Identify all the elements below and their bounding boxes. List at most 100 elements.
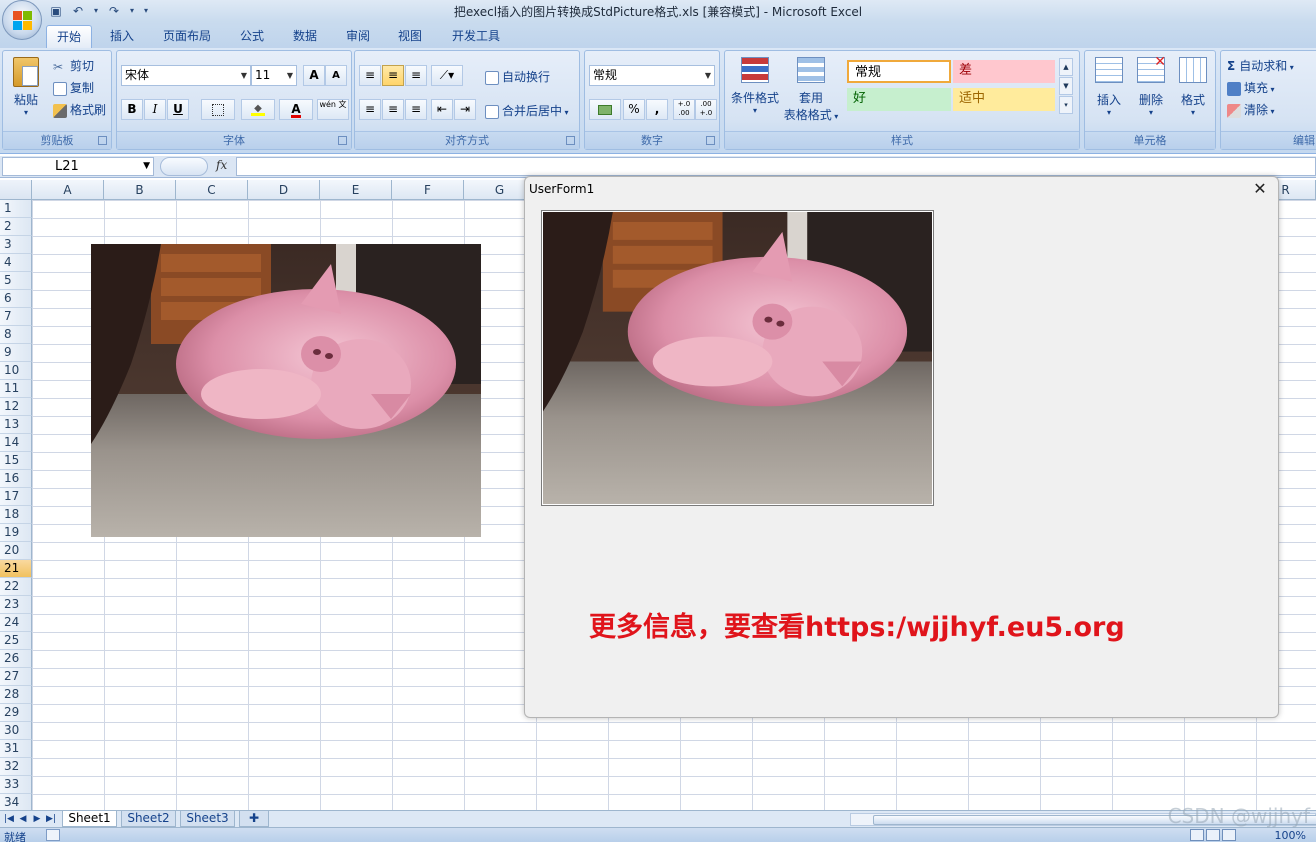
last-sheet-icon[interactable]: ▶|	[45, 812, 57, 826]
tab-formulas[interactable]: 公式	[232, 25, 272, 48]
sheet-tab-sheet2[interactable]: Sheet2	[121, 811, 176, 827]
percent-button[interactable]: %	[623, 99, 645, 120]
comma-button[interactable]: ,	[646, 99, 668, 120]
row-header-10[interactable]: 10	[0, 362, 32, 380]
styles-scroll-down-icon[interactable]: ▼	[1059, 77, 1073, 95]
row-header-32[interactable]: 32	[0, 758, 32, 776]
shrink-font-button[interactable]: A	[325, 65, 347, 86]
zoom-level[interactable]: 100%	[1275, 829, 1306, 842]
number-launcher-icon[interactable]	[706, 136, 715, 145]
font-size-select[interactable]: 11 ▼	[251, 65, 297, 86]
row-header-15[interactable]: 15	[0, 452, 32, 470]
increase-decimal-button[interactable]: +.0 .00	[673, 99, 695, 120]
paste-button[interactable]: 粘贴 ▾	[9, 55, 43, 125]
column-header-f[interactable]: F	[392, 180, 464, 200]
page-break-view-icon[interactable]	[1222, 829, 1236, 841]
conditional-format-button[interactable]: 条件格式 ▾	[729, 57, 781, 115]
row-header-13[interactable]: 13	[0, 416, 32, 434]
sheet-tab-sheet3[interactable]: Sheet3	[180, 811, 235, 827]
tab-review[interactable]: 审阅	[338, 25, 378, 48]
bold-button[interactable]: B	[121, 99, 143, 120]
column-header-a[interactable]: A	[32, 180, 104, 200]
italic-button[interactable]: I	[144, 99, 166, 120]
row-header-29[interactable]: 29	[0, 704, 32, 722]
copy-button[interactable]: 复制	[53, 79, 94, 96]
row-header-28[interactable]: 28	[0, 686, 32, 704]
grow-font-button[interactable]: A	[303, 65, 325, 86]
column-header-b[interactable]: B	[104, 180, 176, 200]
tab-view[interactable]: 视图	[390, 25, 430, 48]
cell-style-neutral[interactable]: 适中	[953, 88, 1055, 111]
userform-dialog[interactable]: UserForm1 ✕ 更多信息，要查看https:/wjjhyf.eu5.or…	[524, 176, 1279, 718]
row-header-12[interactable]: 12	[0, 398, 32, 416]
select-all-corner[interactable]	[0, 180, 32, 200]
decrease-decimal-button[interactable]: .00 +.0	[695, 99, 717, 120]
row-header-31[interactable]: 31	[0, 740, 32, 758]
row-header-34[interactable]: 34	[0, 794, 32, 810]
insert-cells-button[interactable]: 插入 ▾	[1089, 57, 1129, 117]
styles-more-icon[interactable]: ▾	[1059, 96, 1073, 114]
cut-button[interactable]: ✂ 剪切	[53, 57, 94, 74]
tab-developer[interactable]: 开发工具	[444, 25, 508, 48]
align-right-button[interactable]: ≡	[405, 99, 427, 120]
row-header-19[interactable]: 19	[0, 524, 32, 542]
row-header-22[interactable]: 22	[0, 578, 32, 596]
row-header-4[interactable]: 4	[0, 254, 32, 272]
row-header-3[interactable]: 3	[0, 236, 32, 254]
row-header-24[interactable]: 24	[0, 614, 32, 632]
cell-style-good[interactable]: 好	[847, 88, 951, 111]
format-as-table-button[interactable]: 套用 表格格式 ▾	[783, 57, 839, 123]
column-header-d[interactable]: D	[248, 180, 320, 200]
row-header-11[interactable]: 11	[0, 380, 32, 398]
clear-button[interactable]: 清除 ▾	[1227, 101, 1275, 118]
orientation-button[interactable]: ⟋▾	[431, 65, 463, 86]
row-header-25[interactable]: 25	[0, 632, 32, 650]
fill-button[interactable]: 填充 ▾	[1227, 79, 1275, 96]
row-header-6[interactable]: 6	[0, 290, 32, 308]
next-sheet-icon[interactable]: ▶	[31, 812, 43, 826]
row-header-33[interactable]: 33	[0, 776, 32, 794]
currency-button[interactable]	[589, 99, 621, 120]
align-center-button[interactable]: ≡	[382, 99, 404, 120]
insert-function-button[interactable]: fx	[216, 158, 227, 172]
page-layout-view-icon[interactable]	[1206, 829, 1220, 841]
tab-data[interactable]: 数据	[285, 25, 325, 48]
font-launcher-icon[interactable]	[338, 136, 347, 145]
delete-cells-button[interactable]: ✕ 删除 ▾	[1131, 54, 1171, 117]
normal-view-icon[interactable]	[1190, 829, 1204, 841]
row-header-23[interactable]: 23	[0, 596, 32, 614]
office-button[interactable]	[2, 0, 42, 40]
wrap-text-button[interactable]: 自动换行	[485, 68, 550, 85]
autosum-button[interactable]: Σ 自动求和 ▾	[1227, 57, 1294, 74]
column-header-c[interactable]: C	[176, 180, 248, 200]
row-header-27[interactable]: 27	[0, 668, 32, 686]
first-sheet-icon[interactable]: |◀	[3, 812, 15, 826]
sheet-picture-pig[interactable]	[91, 244, 481, 537]
row-header-18[interactable]: 18	[0, 506, 32, 524]
row-header-1[interactable]: 1	[0, 200, 32, 218]
row-header-8[interactable]: 8	[0, 326, 32, 344]
decrease-indent-button[interactable]: ⇤	[431, 99, 453, 120]
row-header-30[interactable]: 30	[0, 722, 32, 740]
tab-page-layout[interactable]: 页面布局	[156, 25, 218, 48]
row-header-9[interactable]: 9	[0, 344, 32, 362]
tab-home[interactable]: 开始	[46, 25, 92, 48]
close-icon[interactable]: ✕	[1250, 179, 1270, 199]
align-top-button[interactable]: ≡	[359, 65, 381, 86]
row-header-14[interactable]: 14	[0, 434, 32, 452]
phonetic-button[interactable]: wén 文	[317, 99, 349, 120]
underline-button[interactable]: U	[167, 99, 189, 120]
border-button[interactable]	[201, 99, 235, 120]
row-header-17[interactable]: 17	[0, 488, 32, 506]
row-header-16[interactable]: 16	[0, 470, 32, 488]
formula-input[interactable]	[236, 157, 1316, 176]
formula-cancel-enter-pill[interactable]	[160, 157, 208, 176]
row-header-7[interactable]: 7	[0, 308, 32, 326]
macro-record-icon[interactable]	[46, 829, 60, 841]
row-header-5[interactable]: 5	[0, 272, 32, 290]
row-header-20[interactable]: 20	[0, 542, 32, 560]
align-bottom-button[interactable]: ≡	[405, 65, 427, 86]
prev-sheet-icon[interactable]: ◀	[17, 812, 29, 826]
sheet-tab-sheet1[interactable]: Sheet1	[62, 811, 117, 827]
styles-scroll-up-icon[interactable]: ▲	[1059, 58, 1073, 76]
